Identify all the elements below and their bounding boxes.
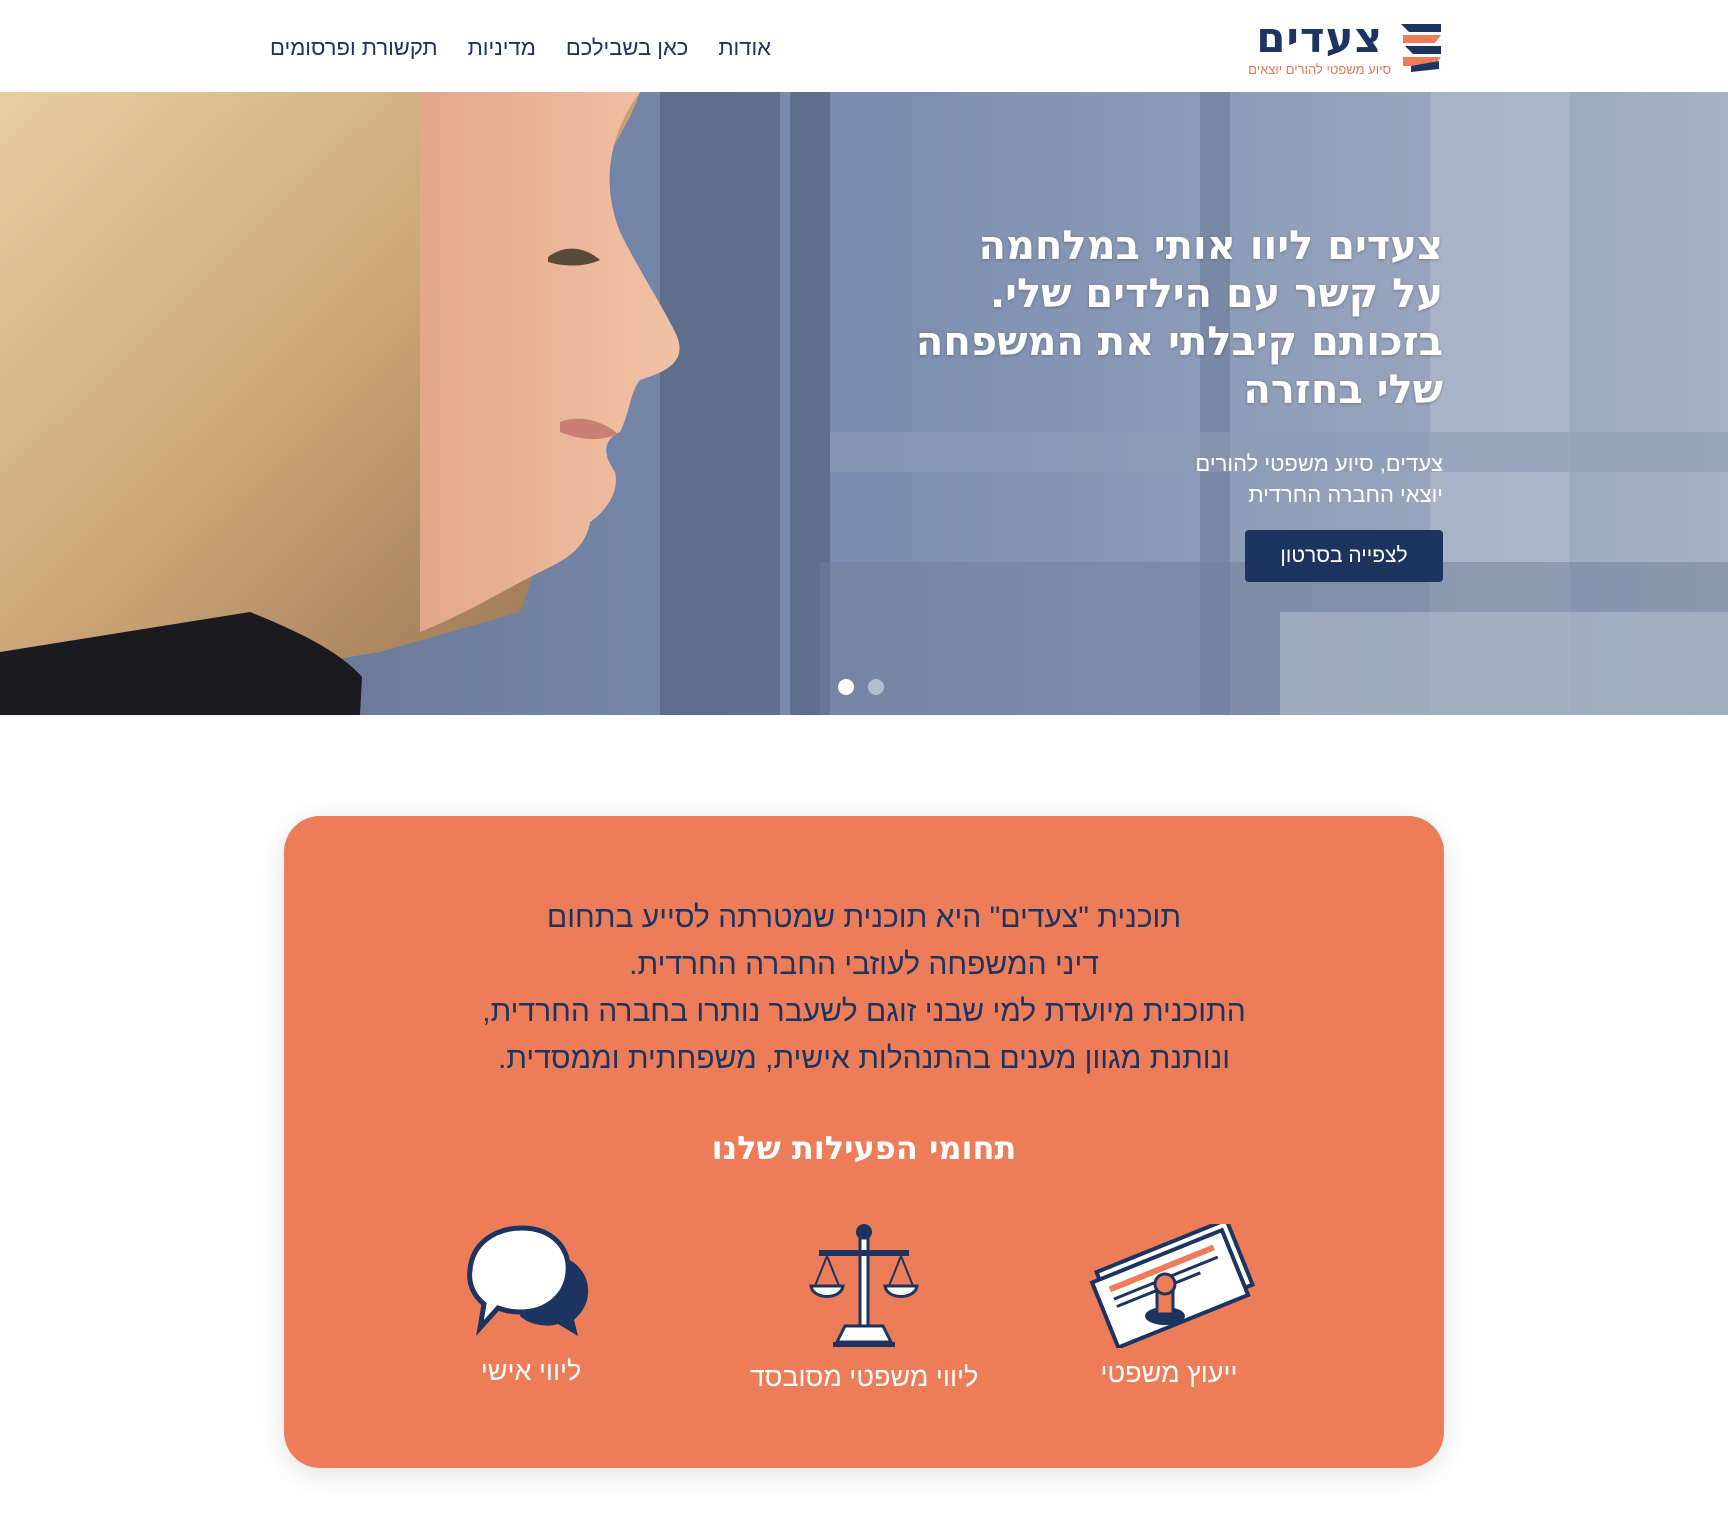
nav-item-media[interactable]: תקשורת ופרסומים bbox=[270, 34, 438, 62]
slider-dots bbox=[838, 679, 884, 695]
program-intro-line: ונותנת מגוון מענים בהתנהלות אישית, משפחת… bbox=[497, 1042, 1231, 1075]
program-intro-line: דיני המשפחה לעוזבי החברה החרדית. bbox=[629, 948, 1099, 981]
logo-title: צעדים bbox=[1256, 13, 1383, 62]
logo-steps-icon bbox=[1401, 24, 1441, 72]
hero-title: צעדים ליוו אותי במלחמה על קשר עם הילדים … bbox=[883, 222, 1443, 414]
feature-label: ייעוץ משפטי bbox=[1100, 1358, 1238, 1388]
program-intro-line: תוכנית "צעדים" היא תוכנית שמטרתה לסייע ב… bbox=[546, 901, 1182, 934]
hero-title-line: על קשר עם הילדים שלי. bbox=[989, 271, 1443, 317]
hero-background-image bbox=[0, 92, 1728, 715]
program-info-card: תוכנית "צעדים" היא תוכנית שמטרתה לסייע ב… bbox=[284, 816, 1444, 1468]
watch-video-button[interactable]: לצפייה בסרטון bbox=[1245, 530, 1443, 582]
hero-text-block: צעדים ליוו אותי במלחמה על קשר עם הילדים … bbox=[883, 222, 1443, 582]
nav-item-policy[interactable]: מדיניות bbox=[468, 34, 536, 62]
slider-dot-2[interactable] bbox=[838, 679, 854, 695]
hero-title-line: שלי בחזרה bbox=[1243, 367, 1443, 413]
slider-dot-1[interactable] bbox=[868, 679, 884, 695]
main-nav: אודות כאן בשבילכם מדיניות תקשורת ופרסומי… bbox=[270, 34, 771, 62]
chat-bubbles-icon bbox=[467, 1225, 589, 1337]
feature-label: ליווי משפטי מסובסד bbox=[749, 1362, 979, 1392]
hero-subtitle-line: יוצאי החברה החרדית bbox=[1248, 482, 1443, 507]
nav-item-about[interactable]: אודות bbox=[718, 34, 771, 62]
activities-title: תחומי הפעילות שלנו bbox=[711, 1129, 1017, 1167]
feature-subsidized-legal[interactable]: ליווי משפטי מסובסד bbox=[744, 1224, 984, 1394]
hero-subtitle-line: צעדים, סיוע משפטי להורים bbox=[1195, 451, 1443, 476]
hero-title-line: בזכותם קיבלתי את המשפחה bbox=[915, 319, 1443, 365]
hero-title-line: צעדים ליוו אותי במלחמה bbox=[978, 223, 1443, 269]
scales-of-justice-icon bbox=[809, 1224, 919, 1347]
hero-subtitle: צעדים, סיוע משפטי להורים יוצאי החברה החר… bbox=[1183, 448, 1443, 510]
site-logo[interactable]: צעדים סיוע משפטי להורים יוצאים bbox=[1245, 16, 1445, 78]
program-intro: תוכנית "צעדים" היא תוכנית שמטרתה לסייע ב… bbox=[284, 894, 1444, 1082]
hero-slider: צעדים ליוו אותי במלחמה על קשר עם הילדים … bbox=[0, 92, 1728, 715]
logo-subtitle: סיוע משפטי להורים יוצאים bbox=[1248, 62, 1391, 77]
logo-texts: צעדים סיוע משפטי להורים יוצאים bbox=[1248, 16, 1391, 78]
feature-legal-advice[interactable]: ייעוץ משפטי bbox=[1049, 1224, 1289, 1390]
nav-item-here-for-you[interactable]: כאן בשבילכם bbox=[566, 34, 689, 62]
site-header: צעדים סיוע משפטי להורים יוצאים אודות כאן… bbox=[0, 0, 1728, 92]
legal-documents-stamp-icon bbox=[1089, 1224, 1256, 1348]
feature-personal-support[interactable]: ליווי אישי bbox=[411, 1224, 651, 1388]
program-intro-line: התוכנית מיועדת למי שבני זוגם לשעבר נותרו… bbox=[482, 995, 1246, 1028]
feature-label: ליווי אישי bbox=[480, 1356, 582, 1386]
